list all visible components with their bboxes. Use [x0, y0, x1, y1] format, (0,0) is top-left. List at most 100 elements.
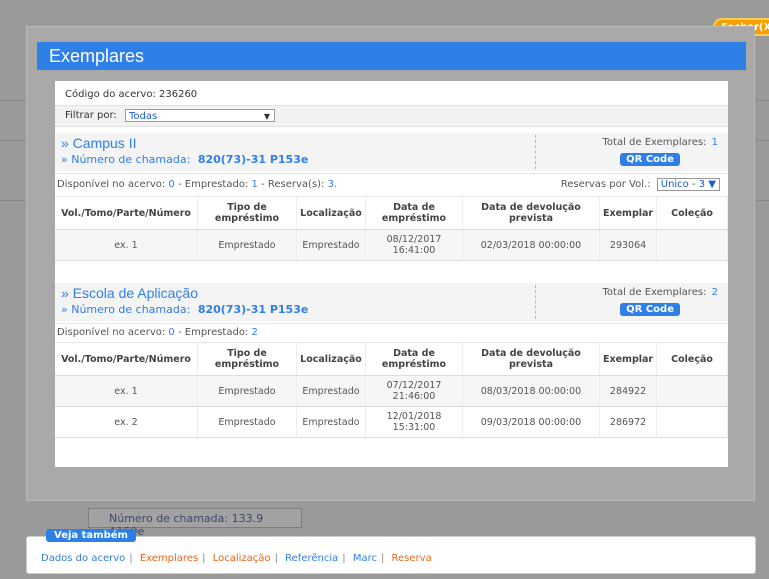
table-header-row: Vol./Tomo/Parte/Número Tipo de empréstim…	[55, 343, 728, 376]
total-exemplares: Total de Exemplares: 1	[603, 137, 718, 148]
library-name[interactable]: » Campus II	[61, 135, 136, 151]
availability-row: Disponível no acervo: 0 - Emprestado: 2	[55, 323, 728, 343]
separator: |	[380, 553, 385, 564]
column-header: Coleção	[656, 343, 728, 376]
table-cell	[656, 406, 728, 438]
modal-content: Código do acervo: 236260 Filtrar por: To…	[55, 81, 728, 467]
filter-select[interactable]: Todas ▼	[125, 109, 275, 122]
reserve-value-link[interactable]: 3.	[328, 179, 338, 190]
reserves-per-volume: Reservas por Vol.: Unico - 3 ▼	[561, 178, 720, 191]
column-header: Data de devolução prevista	[462, 197, 600, 230]
veja-tambem-links: Dados do acervo | Exemplares | Localização…	[41, 553, 432, 564]
avail-label: Disponível no acervo:	[57, 179, 166, 190]
table-cell: 08/12/2017 16:41:00	[365, 229, 463, 261]
table-cell: 293064	[599, 229, 658, 261]
modal-title: Exemplares	[37, 42, 746, 70]
table-cell: 12/01/2018 15:31:00	[365, 406, 463, 438]
link-marc[interactable]: Marc	[353, 553, 377, 564]
exemplares-table: Vol./Tomo/Parte/Número Tipo de empréstim…	[55, 197, 728, 261]
separator: |	[202, 553, 206, 564]
table-cell	[656, 229, 728, 261]
background-call-number-box: Número de chamada: 133.9 A159e	[88, 508, 302, 538]
background-call-number: Número de chamada: 133.9 A159e	[109, 512, 264, 538]
reserve-label: - Reserva(s):	[261, 179, 325, 190]
table-header-row: Vol./Tomo/Parte/Número Tipo de empréstim…	[55, 197, 728, 230]
availability-row: Disponível no acervo: 0 - Emprestado: 1 …	[55, 173, 728, 197]
table-cell: Emprestado	[296, 229, 366, 261]
table-cell: Emprestado	[197, 229, 297, 261]
column-header: Data de devolução prevista	[462, 343, 600, 376]
exemplares-table: Vol./Tomo/Parte/Número Tipo de empréstim…	[55, 343, 728, 438]
table-cell: 08/03/2018 00:00:00	[462, 375, 600, 407]
link-referencia[interactable]: Referência	[285, 553, 338, 564]
table-cell: Emprestado	[197, 375, 297, 407]
table-cell: Emprestado	[296, 406, 366, 438]
column-header: Vol./Tomo/Parte/Número	[55, 343, 198, 376]
total-value: 1	[711, 137, 718, 148]
column-header: Exemplar	[599, 197, 658, 230]
acervo-code: Código do acervo: 236260	[65, 89, 198, 100]
table-cell: 07/12/2017 21:46:00	[365, 375, 463, 407]
column-header: Tipo de empréstimo	[197, 197, 297, 230]
qr-code-button[interactable]: QR Code	[620, 303, 680, 316]
reserves-per-volume-label: Reservas por Vol.:	[560, 179, 651, 190]
total-exemplares: Total de Exemplares: 2	[603, 287, 718, 298]
table-cell: 284922	[599, 375, 658, 407]
table-row: ex. 1 Emprestado Emprestado 08/12/2017 1…	[55, 229, 728, 261]
lent-value-link[interactable]: 2	[252, 327, 258, 338]
table-cell: Emprestado	[296, 375, 366, 407]
filter-row: Filtrar por: Todas ▼	[55, 105, 728, 127]
avail-label: Disponível no acervo:	[57, 327, 166, 338]
lent-value-link[interactable]: 1	[252, 179, 258, 190]
table-cell: ex. 1	[55, 229, 198, 261]
library-header: » Campus II » Número de chamada: 820(73)…	[55, 133, 728, 171]
table-cell: 09/03/2018 00:00:00	[462, 406, 600, 438]
availability-text: Disponível no acervo: 0 - Emprestado: 2	[57, 327, 258, 338]
table-row: ex. 1 Emprestado Emprestado 07/12/2017 2…	[55, 375, 728, 407]
call-number-label: » Número de chamada:	[61, 153, 191, 166]
chevron-down-icon: ▼	[263, 112, 270, 121]
divider	[535, 135, 536, 169]
column-header: Localização	[296, 343, 366, 376]
filter-select-value: Todas	[129, 111, 158, 122]
separator: |	[129, 553, 133, 564]
reserves-per-volume-select[interactable]: Unico - 3 ▼	[656, 178, 720, 191]
link-localizacao[interactable]: Localização	[213, 553, 271, 564]
call-number-value: 820(73)-31 P153e	[197, 153, 309, 166]
table-cell: 286972	[599, 406, 658, 438]
exemplares-modal: Exemplares Código do acervo: 236260 Filt…	[26, 26, 755, 501]
table-cell	[656, 375, 728, 407]
table-cell: ex. 1	[55, 375, 198, 407]
veja-tambem-title: Veja também	[46, 529, 136, 542]
filter-label: Filtrar por:	[65, 110, 117, 121]
link-reserva[interactable]: Reserva	[392, 553, 432, 564]
table-cell: Emprestado	[197, 406, 297, 438]
link-dados-do-acervo[interactable]: Dados do acervo	[41, 553, 125, 564]
column-header: Localização	[296, 197, 366, 230]
avail-value-link[interactable]: 0	[168, 179, 174, 190]
link-exemplares[interactable]: Exemplares	[140, 553, 198, 564]
total-value: 2	[711, 287, 718, 298]
call-number-label: » Número de chamada:	[61, 303, 191, 316]
table-row: ex. 2 Emprestado Emprestado 12/01/2018 1…	[55, 406, 728, 438]
separator: |	[274, 553, 278, 564]
call-number-line: » Número de chamada: 820(73)-31 P153e	[61, 153, 308, 166]
lent-label: - Emprestado:	[177, 327, 249, 338]
total-label: Total de Exemplares:	[602, 137, 707, 148]
availability-text: Disponível no acervo: 0 - Emprestado: 1 …	[57, 179, 337, 190]
column-header: Data de empréstimo	[365, 197, 463, 230]
qr-code-button[interactable]: QR Code	[620, 153, 680, 166]
lent-label: - Emprestado:	[177, 179, 249, 190]
veja-tambem-panel: Dados do acervo | Exemplares | Localização…	[26, 536, 756, 574]
column-header: Data de empréstimo	[365, 343, 463, 376]
avail-value-link[interactable]: 0	[168, 327, 174, 338]
column-header: Coleção	[656, 197, 728, 230]
separator: |	[342, 553, 346, 564]
library-name[interactable]: » Escola de Aplicação	[61, 285, 198, 301]
table-cell: 02/03/2018 00:00:00	[462, 229, 600, 261]
call-number-value: 820(73)-31 P153e	[197, 303, 309, 316]
total-label: Total de Exemplares:	[602, 287, 707, 298]
table-cell: ex. 2	[55, 406, 198, 438]
call-number-line: » Número de chamada: 820(73)-31 P153e	[61, 303, 308, 316]
divider	[535, 285, 536, 319]
